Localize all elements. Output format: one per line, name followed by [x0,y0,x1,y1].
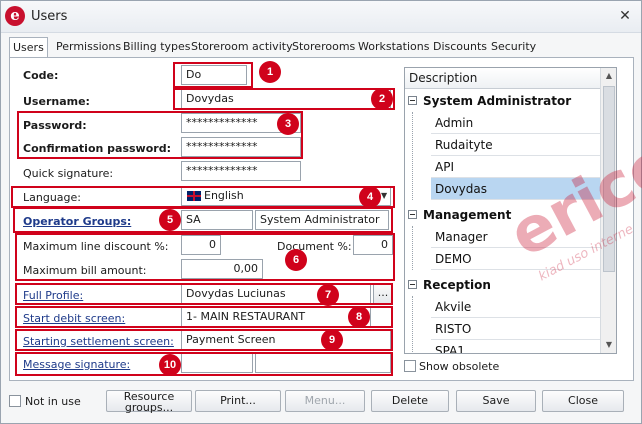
tab-storerooms[interactable]: Storerooms [289,37,358,57]
not-in-use-label: Not in use [25,395,81,408]
username-label: Username: [23,95,90,108]
list-item[interactable]: Akvile [431,296,600,318]
list-item[interactable]: RISTO [431,318,600,340]
users-tree-list[interactable]: Description System Administrator Admin R… [404,67,617,354]
annotation-badge-4: 4 [359,186,381,208]
resource-groups-label-2: groups... [124,401,174,414]
password-label: Password: [23,119,87,132]
annotation-badge-3: 3 [277,113,299,135]
group-system-administrator[interactable]: System Administrator [405,90,600,112]
scroll-thumb[interactable] [603,86,615,272]
tab-billing-types[interactable]: Billing types [120,37,194,57]
collapse-icon[interactable] [408,280,417,289]
annotation-badge-6: 6 [285,249,307,271]
language-label: Language: [23,191,81,204]
delete-button[interactable]: Delete [371,390,449,412]
list-item[interactable]: DEMO [431,248,600,270]
confirmation-password-label: Confirmation password: [23,142,171,155]
document-percent-input[interactable]: 0 [353,235,393,255]
tree-connector [412,226,413,270]
operator-groups-link[interactable]: Operator Groups: [23,215,131,228]
close-window-icon[interactable]: ✕ [613,4,637,28]
description-column-header[interactable]: Description [405,68,600,89]
tree-connector [412,112,413,200]
starting-settlement-screen-link[interactable]: Starting settlement screen: [23,335,174,348]
operator-group-code-input[interactable]: SA [181,210,253,230]
start-debit-screen-input[interactable]: 1- MAIN RESTAURANT [181,307,371,327]
scroll-up-icon[interactable]: ▲ [601,68,616,84]
tab-workstations[interactable]: Workstations [355,37,432,57]
max-line-discount-label: Maximum line discount %: [23,240,169,253]
uk-flag-icon [187,191,201,201]
list-item-selected[interactable]: Dovydas [431,178,600,200]
not-in-use-checkbox[interactable] [9,395,21,407]
tab-permissions[interactable]: Permissions [53,37,124,57]
group-reception[interactable]: Reception [405,274,600,296]
show-obsolete-label: Show obsolete [419,360,500,373]
message-signature-link[interactable]: Message signature: [23,358,130,371]
annotation-badge-8: 8 [348,306,370,328]
group-management[interactable]: Management [405,204,600,226]
code-input[interactable]: Do [181,65,247,85]
collapse-icon[interactable] [408,210,417,219]
annotation-badge-9: 9 [321,329,343,351]
tab-users[interactable]: Users [9,37,48,58]
list-item[interactable]: SPA1 [431,340,600,353]
tab-discounts[interactable]: Discounts [430,37,490,57]
annotation-badge-2: 2 [371,88,393,110]
annotation-badge-1: 1 [259,61,281,83]
code-label: Code: [23,69,59,82]
scroll-down-icon[interactable]: ▼ [601,337,616,353]
close-button[interactable]: Close [542,390,624,412]
username-input[interactable]: Dovydas [181,89,391,109]
annotation-badge-5: 5 [159,209,181,231]
tree-connector [412,296,413,353]
message-signature-input-1[interactable] [181,353,253,373]
list-item[interactable]: Manager [431,226,600,248]
start-debit-screen-link[interactable]: Start debit screen: [23,312,125,325]
tab-security[interactable]: Security [488,37,539,57]
max-bill-amount-label: Maximum bill amount: [23,264,147,277]
resource-groups-button[interactable]: Resource groups... [106,390,192,414]
operator-group-name-input: System Administrator [255,210,389,230]
collapse-icon[interactable] [408,96,417,105]
max-bill-amount-input[interactable]: 0,00 [181,259,263,279]
list-item[interactable]: Admin [431,112,600,134]
quick-signature-input[interactable]: ************* [181,161,301,181]
starting-settlement-screen-input[interactable]: Payment Screen [181,330,391,350]
print-button[interactable]: Print... [195,390,281,412]
app-logo-icon: e [5,6,25,26]
list-scrollbar[interactable]: ▲ ▼ [600,68,616,353]
chevron-down-icon[interactable]: ▼ [381,191,387,200]
annotation-badge-10: 10 [159,354,181,376]
save-button[interactable]: Save [456,390,536,412]
window-title: Users [31,9,68,24]
full-profile-link[interactable]: Full Profile: [23,289,83,302]
full-profile-browse-button[interactable]: ... [373,284,393,304]
max-line-discount-input[interactable]: 0 [181,235,221,255]
annotation-badge-7: 7 [317,284,339,306]
title-bar: e Users ✕ [1,1,641,33]
quick-signature-label: Quick signature: [23,167,114,180]
users-window: e Users ✕ Users Permissions Billing type… [0,0,642,424]
menu-button[interactable]: Menu... [285,390,365,412]
tab-storeroom-activity[interactable]: Storeroom activity [188,37,296,57]
list-item[interactable]: Rudaityte [431,134,600,156]
message-signature-input-2[interactable] [255,353,391,373]
list-item[interactable]: API [431,156,600,178]
full-profile-input: Dovydas Luciunas [181,284,371,304]
confirmation-password-input[interactable]: ************* [181,137,301,157]
show-obsolete-checkbox[interactable] [404,360,416,372]
